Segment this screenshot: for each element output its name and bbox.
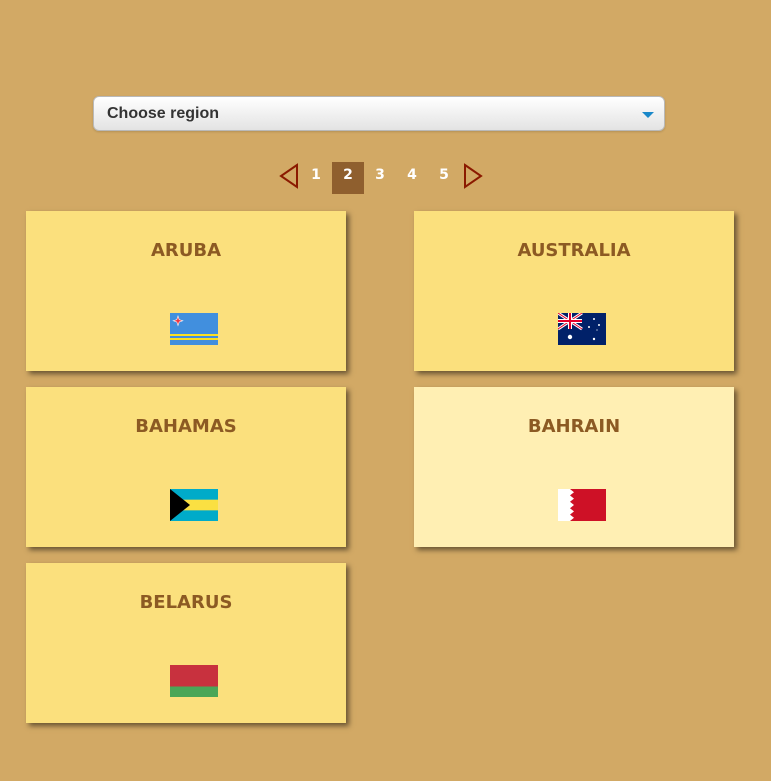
country-card-bahrain[interactable]: BAHRAIN xyxy=(414,387,734,547)
region-select-label: Choose region xyxy=(107,105,220,122)
page-2-current[interactable]: 2 xyxy=(332,162,364,194)
country-card-aruba[interactable]: ARUBA xyxy=(26,211,346,371)
aruba-flag-icon xyxy=(170,313,218,345)
page-4[interactable]: 4 xyxy=(396,162,428,194)
pagination: 1 2 3 4 5 xyxy=(0,162,771,194)
page-1[interactable]: 1 xyxy=(300,162,332,194)
bahamas-flag-icon xyxy=(170,489,218,521)
region-select[interactable]: Choose region xyxy=(93,96,665,131)
country-name: BAHAMAS xyxy=(135,416,237,437)
chevron-down-icon xyxy=(642,112,654,118)
bahrain-flag-icon xyxy=(558,489,606,521)
next-page-icon[interactable] xyxy=(462,163,484,189)
country-name: AUSTRALIA xyxy=(517,240,631,261)
previous-page-icon[interactable] xyxy=(278,163,300,189)
country-card-australia[interactable]: AUSTRALIA xyxy=(414,211,734,371)
country-card-bahamas[interactable]: BAHAMAS xyxy=(26,387,346,547)
country-card-belarus[interactable]: BELARUS xyxy=(26,563,346,723)
page-3[interactable]: 3 xyxy=(364,162,396,194)
country-name: BELARUS xyxy=(139,592,233,613)
belarus-flag-icon xyxy=(170,665,218,697)
country-name: BAHRAIN xyxy=(527,416,621,437)
australia-flag-icon xyxy=(558,313,606,345)
country-name: ARUBA xyxy=(150,240,222,261)
page-5[interactable]: 5 xyxy=(428,162,460,194)
